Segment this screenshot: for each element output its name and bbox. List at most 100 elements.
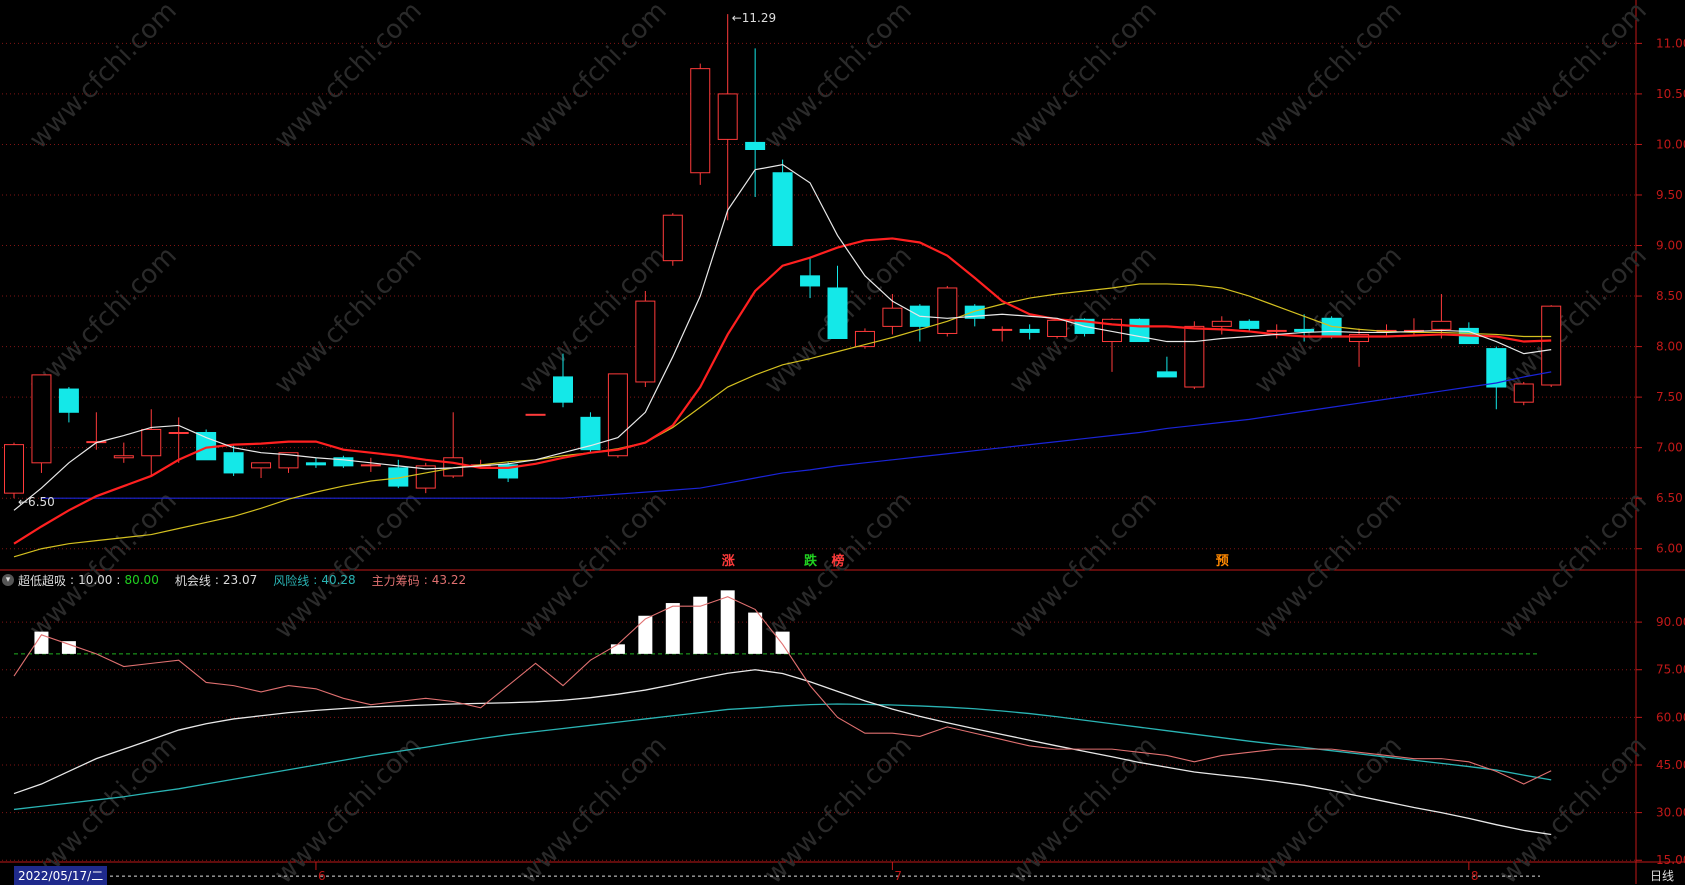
candle-body-down [305, 462, 326, 466]
candle [635, 291, 656, 388]
candle-body-up [1513, 383, 1534, 403]
watermark-text: www.cfchi.com [269, 486, 428, 645]
indicator-tick-label: 15.00 [1656, 853, 1685, 867]
watermark-text: www.cfchi.com [269, 0, 428, 155]
price-tick-label: 9.00 [1656, 239, 1683, 253]
time-tick-label: 7 [894, 869, 902, 883]
candle [1156, 356, 1177, 378]
candle [800, 257, 821, 299]
candle [415, 462, 436, 494]
candle-body-up [882, 307, 903, 327]
watermark-text: www.cfchi.com [269, 731, 428, 884]
watermark-text: www.cfchi.com [269, 241, 428, 400]
time-tick-label: 6 [318, 869, 326, 883]
candle-body-up [690, 68, 711, 174]
candle-body-down [745, 141, 766, 151]
candle [690, 63, 711, 185]
candle [223, 445, 244, 476]
candle [1019, 324, 1040, 340]
candle [58, 387, 79, 423]
price-tick-label: 10.50 [1656, 87, 1685, 101]
collapse-icon[interactable]: ▾ [2, 574, 14, 586]
candle [86, 412, 107, 450]
candle [305, 457, 326, 468]
candle [1266, 324, 1287, 339]
indicator-bar [665, 603, 680, 654]
indicator-bar [610, 644, 625, 654]
candle [717, 14, 738, 221]
candle [1047, 318, 1068, 339]
price-tick-label: 8.50 [1656, 289, 1683, 303]
candle-body-up [1211, 320, 1232, 327]
candle [1513, 381, 1534, 406]
candle-body-down [827, 287, 848, 340]
candle [607, 373, 628, 458]
watermark-text: www.cfchi.com [24, 486, 183, 645]
candle [827, 265, 848, 340]
signal-label: 预 [1216, 554, 1229, 569]
indicator-param-a: 10.00 [78, 573, 113, 587]
candle [525, 413, 546, 416]
price-tick-label: 7.50 [1656, 390, 1683, 404]
candle [1486, 346, 1507, 410]
candle [141, 409, 162, 476]
candle-body-down [223, 452, 244, 474]
watermark-text: www.cfchi.com [24, 731, 183, 884]
watermark-text: www.cfchi.com [1004, 0, 1163, 155]
price-tick-label: 6.00 [1656, 542, 1683, 556]
candle-body-up [168, 432, 189, 434]
candle-body-up [360, 464, 381, 467]
candle-body-up [992, 328, 1013, 331]
candle-body-down [1019, 328, 1040, 333]
indicator-tick-label: 75.00 [1656, 663, 1685, 677]
candle-body-up [1431, 320, 1452, 330]
watermark-text: www.cfchi.com [1494, 241, 1653, 400]
fengxian-line [13, 703, 1552, 811]
candle [909, 304, 930, 342]
candle [113, 442, 134, 463]
watermark-text: www.cfchi.com [1494, 731, 1653, 884]
indicator-param-b: 80.00 [124, 573, 159, 587]
candle [1239, 319, 1260, 332]
price-tick-label: 10.00 [1656, 137, 1685, 151]
candle-body-up [1184, 325, 1205, 388]
candle-body-up [141, 428, 162, 457]
candle [882, 294, 903, 335]
indicator-bar [775, 631, 790, 654]
candle [1184, 321, 1205, 390]
legend-jihui-value: 23.07 [222, 573, 258, 587]
indicator-tick-label: 30.00 [1656, 806, 1685, 820]
period-selector[interactable]: 日线 [1650, 867, 1674, 884]
candle [333, 455, 354, 468]
candle-body-up [251, 462, 272, 469]
candle-body-down [553, 376, 573, 403]
candle-body-up [662, 214, 683, 262]
price-tick-label: 8.00 [1656, 340, 1683, 354]
indicator-bar [748, 612, 763, 654]
candle-body-down [1294, 328, 1315, 332]
indicator-tick-label: 45.00 [1656, 758, 1685, 772]
cursor-date: 2022/05/17/二 [14, 866, 108, 885]
candle-body-down [1156, 371, 1177, 378]
watermark-text: www.cfchi.com [759, 731, 918, 884]
candle [4, 442, 24, 499]
watermark-text: www.cfchi.com [1494, 0, 1653, 155]
candle-body-up [1047, 319, 1068, 337]
candle-body-up [717, 93, 738, 140]
candle-body-down [772, 172, 793, 247]
candle-body-up [113, 455, 134, 459]
price-tick-label: 9.50 [1656, 188, 1683, 202]
watermark-text: www.cfchi.com [514, 0, 673, 155]
candle [772, 159, 793, 247]
candle-body-up [635, 300, 656, 383]
watermark-text: www.cfchi.com [1004, 731, 1163, 884]
candle [662, 213, 683, 266]
indicator-tick-label: 90.00 [1656, 615, 1685, 629]
price-tick-label: 11.00 [1656, 36, 1685, 50]
candle [1403, 318, 1424, 337]
indicator-bar [693, 596, 708, 654]
candle [31, 374, 52, 473]
legend-jihui-name: 机会线 [174, 573, 211, 588]
candle [388, 459, 409, 489]
watermark-text: www.cfchi.com [1249, 486, 1408, 645]
